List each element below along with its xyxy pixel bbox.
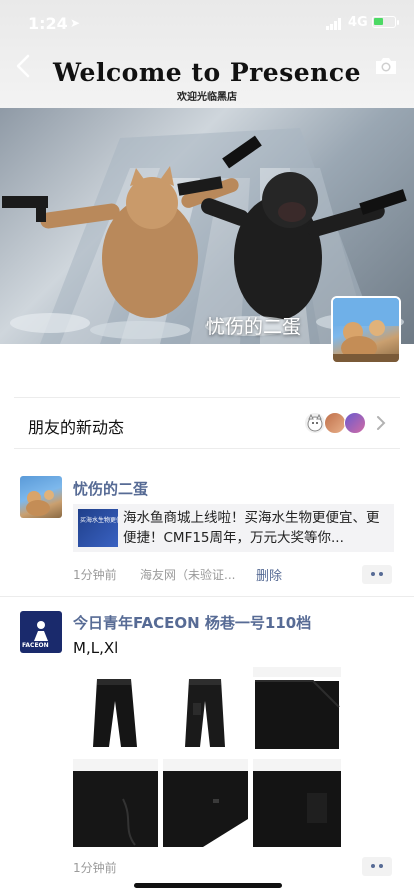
post-avatar-cat-image (26, 490, 54, 516)
black-pants-detail-image (163, 759, 248, 847)
battery-cap (397, 20, 399, 25)
cover-subtitle: 欢迎光临黑店 (177, 92, 237, 103)
post-source[interactable]: 海友网（未验证... (140, 566, 235, 583)
activity-avatar-2 (324, 412, 346, 434)
activity-avatar-1 (304, 412, 326, 434)
link-thumbnail: 买海水生物更便宜 (78, 509, 118, 547)
shared-link-card[interactable]: 买海水生物更便宜 海水鱼商城上线啦！买海水生物更便宜、更便捷！CMF15周年，万… (73, 504, 394, 552)
link-title: 海水鱼商城上线啦！买海水生物更便宜、更便捷！CMF15周年，万元大奖等你... (123, 510, 380, 546)
chevron-right-icon (377, 416, 386, 430)
profile-avatar[interactable] (331, 296, 401, 364)
battery-icon (372, 16, 396, 28)
delete-button[interactable]: 删除 (256, 565, 282, 584)
profile-name[interactable]: 忧伤的二蛋 (206, 312, 301, 339)
home-indicator (134, 883, 282, 888)
activity-avatar-3 (344, 412, 366, 434)
feed-post: FACEON 今日青年FACEON 杨巷一号110档 M,L,Xl 1分钟前 (0, 597, 414, 877)
post-time: 1分钟前 (73, 568, 117, 582)
more-options-button[interactable] (362, 857, 392, 876)
black-pants-detail-image (253, 759, 341, 847)
friends-activity-label: 朋友的新动态 (28, 418, 125, 437)
black-pants-detail-image (253, 667, 341, 749)
signal-icon (326, 18, 341, 30)
location-arrow-icon: ➤ (70, 16, 81, 30)
black-pants-image (185, 679, 225, 747)
more-options-button[interactable] (362, 565, 392, 584)
post-image-pants-1[interactable] (73, 667, 158, 755)
post-image-pants-4[interactable] (73, 759, 158, 847)
faceon-logo-text: FACEON (22, 642, 49, 649)
post-image-pants-6[interactable] (253, 759, 341, 847)
post-author-name[interactable]: 今日青年FACEON 杨巷一号110档 (73, 612, 311, 633)
post-author-avatar[interactable]: FACEON (20, 611, 62, 653)
friends-activity-row[interactable]: 朋友的新动态 (14, 397, 400, 449)
post-author-avatar[interactable] (20, 476, 62, 518)
cover-title: Welcome to Presence (53, 58, 361, 87)
post-image-pants-5[interactable] (163, 759, 248, 847)
link-thumbnail-text: 买海水生物更便宜 (80, 517, 118, 524)
cover-section: 1:24 ➤ 4G Welcome to Presence 欢迎光临黑店 忧伤的… (0, 0, 414, 344)
status-time: 1:24 (28, 14, 68, 33)
post-author-name[interactable]: 忧伤的二蛋 (73, 478, 148, 499)
profile-avatar-cat-image (333, 298, 399, 362)
cat-face-icon (307, 413, 323, 432)
feed-post: 忧伤的二蛋 买海水生物更便宜 海水鱼商城上线啦！买海水生物更便宜、更便捷！CMF… (0, 462, 414, 596)
status-bar: 1:24 ➤ 4G (0, 0, 414, 44)
post-image-pants-3[interactable] (253, 667, 341, 755)
post-text: M,L,Xl (73, 639, 119, 657)
post-time: 1分钟前 (73, 861, 117, 875)
post-image-pants-2[interactable] (163, 667, 248, 755)
network-type: 4G (348, 15, 368, 30)
black-pants-detail-image (73, 759, 158, 847)
black-pants-image (93, 679, 137, 747)
